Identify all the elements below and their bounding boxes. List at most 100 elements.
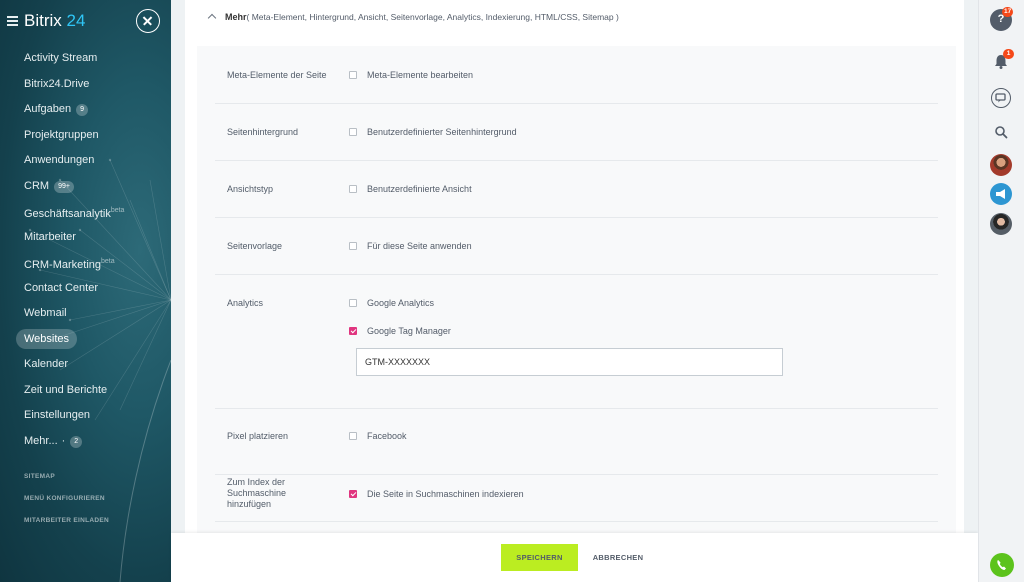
row-label: Zum Index der Suchmaschine hinzufügen xyxy=(227,477,287,509)
sidebar-item-label: Anwendungen xyxy=(24,154,95,166)
settings-row-background: Seitenhintergrund Benutzerdefinierter Se… xyxy=(215,104,938,161)
sidebar-item-employees[interactable]: Mitarbeiter xyxy=(0,227,171,253)
sidebar-item-label: Einstellungen xyxy=(24,409,91,421)
google-analytics-checkbox[interactable] xyxy=(349,299,357,307)
more-dot: · xyxy=(61,434,66,447)
sidebar-item-label: CRM xyxy=(24,179,50,192)
sidebar-item-tasks[interactable]: Aufgaben 9 xyxy=(0,99,171,125)
search-icon-graphic xyxy=(995,126,1008,139)
sidebar-item-contact-center[interactable]: Contact Center xyxy=(0,278,171,304)
bell-icon[interactable]: 1 xyxy=(990,49,1014,73)
template-option[interactable]: Für diese Seite anwenden xyxy=(349,240,472,252)
sidebar-item-label: Mitarbeiter xyxy=(24,230,76,243)
beta-tag: beta xyxy=(110,207,125,214)
sidebar-item-label: Webmail xyxy=(24,307,67,319)
row-label: Pixel platzieren xyxy=(227,431,289,441)
brand-logo[interactable]: Bitrix 24 xyxy=(24,11,85,31)
background-option[interactable]: Benutzerdefinierter Seitenhintergrund xyxy=(349,126,517,138)
sidebar-item-label: Projektgruppen xyxy=(24,128,99,141)
option-label: Google Tag Manager xyxy=(367,326,451,336)
sidebar-item-label: Websites xyxy=(16,328,78,349)
sidebar-item-crm[interactable]: CRM 99+ xyxy=(0,176,171,202)
option-label: Für diese Seite anwenden xyxy=(367,241,472,251)
settings-row-pixel: Pixel platzieren Facebook xyxy=(215,409,938,475)
main-content: Mehr( Meta-Element, Hintergrund, Ansicht… xyxy=(171,0,978,582)
sitemap-link[interactable]: SITEMAP xyxy=(24,472,109,494)
phone-icon-graphic xyxy=(997,560,1006,570)
more-counter-badge: 2 xyxy=(70,435,83,448)
meta-elements-checkbox[interactable] xyxy=(349,71,357,79)
user-avatar[interactable] xyxy=(990,154,1012,176)
sidebar-item-label: Zeit und Berichte xyxy=(24,383,108,396)
sidebar-item-more[interactable]: Mehr... · 2 xyxy=(0,431,171,457)
settings-row-meta: Meta-Elemente der Seite Meta-Elemente be… xyxy=(215,46,938,104)
configure-menu-link[interactable]: MENÜ KONFIGURIEREN xyxy=(24,494,109,516)
sidebar-item-drive[interactable]: Bitrix24.Drive xyxy=(0,74,171,100)
help-icon[interactable]: ? 17 xyxy=(990,7,1014,31)
sidebar-menu: Activity Stream Bitrix24.Drive Aufgaben 9… xyxy=(0,48,171,456)
sidebar-item-label: Bitrix24.Drive xyxy=(24,77,90,90)
google-tag-manager-checkbox[interactable] xyxy=(349,327,357,335)
save-button[interactable]: SPEICHERN xyxy=(501,544,578,571)
meta-elements-option[interactable]: Meta-Elemente bearbeiten xyxy=(349,69,473,81)
sidebar-item-calendar[interactable]: Kalender xyxy=(0,354,171,380)
close-slider-button[interactable] xyxy=(136,9,160,33)
sidebar-header: Bitrix 24 xyxy=(0,0,171,42)
tasks-counter-badge: 9 xyxy=(76,104,89,116)
settings-row-index: Zum Index der Suchmaschine hinzufügen Di… xyxy=(215,475,938,522)
sidebar-item-websites[interactable]: Websites xyxy=(0,328,171,355)
google-tag-manager-option[interactable]: Google Tag Manager xyxy=(349,325,451,337)
settings-row-template: Seitenvorlage Für diese Seite anwenden xyxy=(215,218,938,275)
beta-tag: beta xyxy=(101,258,115,265)
brand-name: Bitrix xyxy=(24,11,62,30)
option-label: Facebook xyxy=(367,431,407,441)
section-title: Mehr xyxy=(225,12,247,22)
notifications-badge: 1 xyxy=(1003,49,1014,59)
open-channel-avatar[interactable] xyxy=(990,183,1012,205)
sidebar-item-settings[interactable]: Einstellungen xyxy=(0,405,171,431)
google-analytics-option[interactable]: Google Analytics xyxy=(349,297,434,309)
option-label: Benutzerdefinierte Ansicht xyxy=(367,184,472,194)
row-label: Ansichtstyp xyxy=(227,184,274,194)
sidebar-item-crm-marketing[interactable]: CRM-Marketingbeta xyxy=(0,252,171,278)
row-label: Meta-Elemente der Seite xyxy=(227,70,327,80)
invite-employees-link[interactable]: MITARBEITER EINLADEN xyxy=(24,516,109,538)
background-checkbox[interactable] xyxy=(349,128,357,136)
sidebar-item-webmail[interactable]: Webmail xyxy=(0,303,171,329)
phone-icon[interactable] xyxy=(990,553,1014,577)
facebook-pixel-option[interactable]: Facebook xyxy=(349,430,407,442)
search-index-option[interactable]: Die Seite in Suchmaschinen indexieren xyxy=(349,488,524,500)
option-label: Die Seite in Suchmaschinen indexieren xyxy=(367,489,524,499)
facebook-pixel-checkbox[interactable] xyxy=(349,432,357,440)
user-avatar[interactable] xyxy=(990,213,1012,235)
view-option[interactable]: Benutzerdefinierte Ansicht xyxy=(349,183,472,195)
option-label: Google Analytics xyxy=(367,298,435,308)
gtm-id-input[interactable] xyxy=(356,348,783,376)
sidebar-links: SITEMAP MENÜ KONFIGURIEREN MITARBEITER E… xyxy=(24,472,109,538)
chevron-up-icon[interactable] xyxy=(207,13,217,23)
search-index-checkbox[interactable] xyxy=(349,490,357,498)
hamburger-menu-icon[interactable] xyxy=(7,16,18,26)
view-checkbox[interactable] xyxy=(349,185,357,193)
right-toolbar: ? 17 1 xyxy=(978,0,1024,582)
sidebar-item-label: Aufgaben xyxy=(24,103,72,115)
sidebar-item-label: Mehr... xyxy=(24,434,58,447)
crm-counter-badge: 99+ xyxy=(54,180,74,193)
section-subtitle: ( Meta-Element, Hintergrund, Ansicht, Se… xyxy=(246,12,619,22)
sidebar-item-label: Contact Center xyxy=(24,281,98,294)
cancel-button[interactable]: ABBRECHEN xyxy=(583,544,653,571)
sidebar-item-workgroups[interactable]: Projektgruppen xyxy=(0,125,171,151)
sidebar-item-label: CRM-Marketing xyxy=(24,259,102,271)
sidebar-item-activity-stream[interactable]: Activity Stream xyxy=(0,48,171,74)
search-icon[interactable] xyxy=(990,121,1012,143)
chat-icon[interactable] xyxy=(991,88,1011,108)
sidebar-item-time-reports[interactable]: Zeit und Berichte xyxy=(0,380,171,406)
settings-panel: Meta-Elemente der Seite Meta-Elemente be… xyxy=(197,46,956,533)
row-label: Seitenhintergrund xyxy=(227,127,299,137)
settings-card: Mehr( Meta-Element, Hintergrund, Ansicht… xyxy=(185,0,964,533)
more-section-header[interactable]: Mehr( Meta-Element, Hintergrund, Ansicht… xyxy=(207,12,619,30)
sidebar-item-applications[interactable]: Anwendungen xyxy=(0,150,171,176)
megaphone-icon xyxy=(996,189,1005,199)
template-checkbox[interactable] xyxy=(349,242,357,250)
sidebar-item-analytics[interactable]: Geschäftsanalytikbeta xyxy=(0,201,171,227)
